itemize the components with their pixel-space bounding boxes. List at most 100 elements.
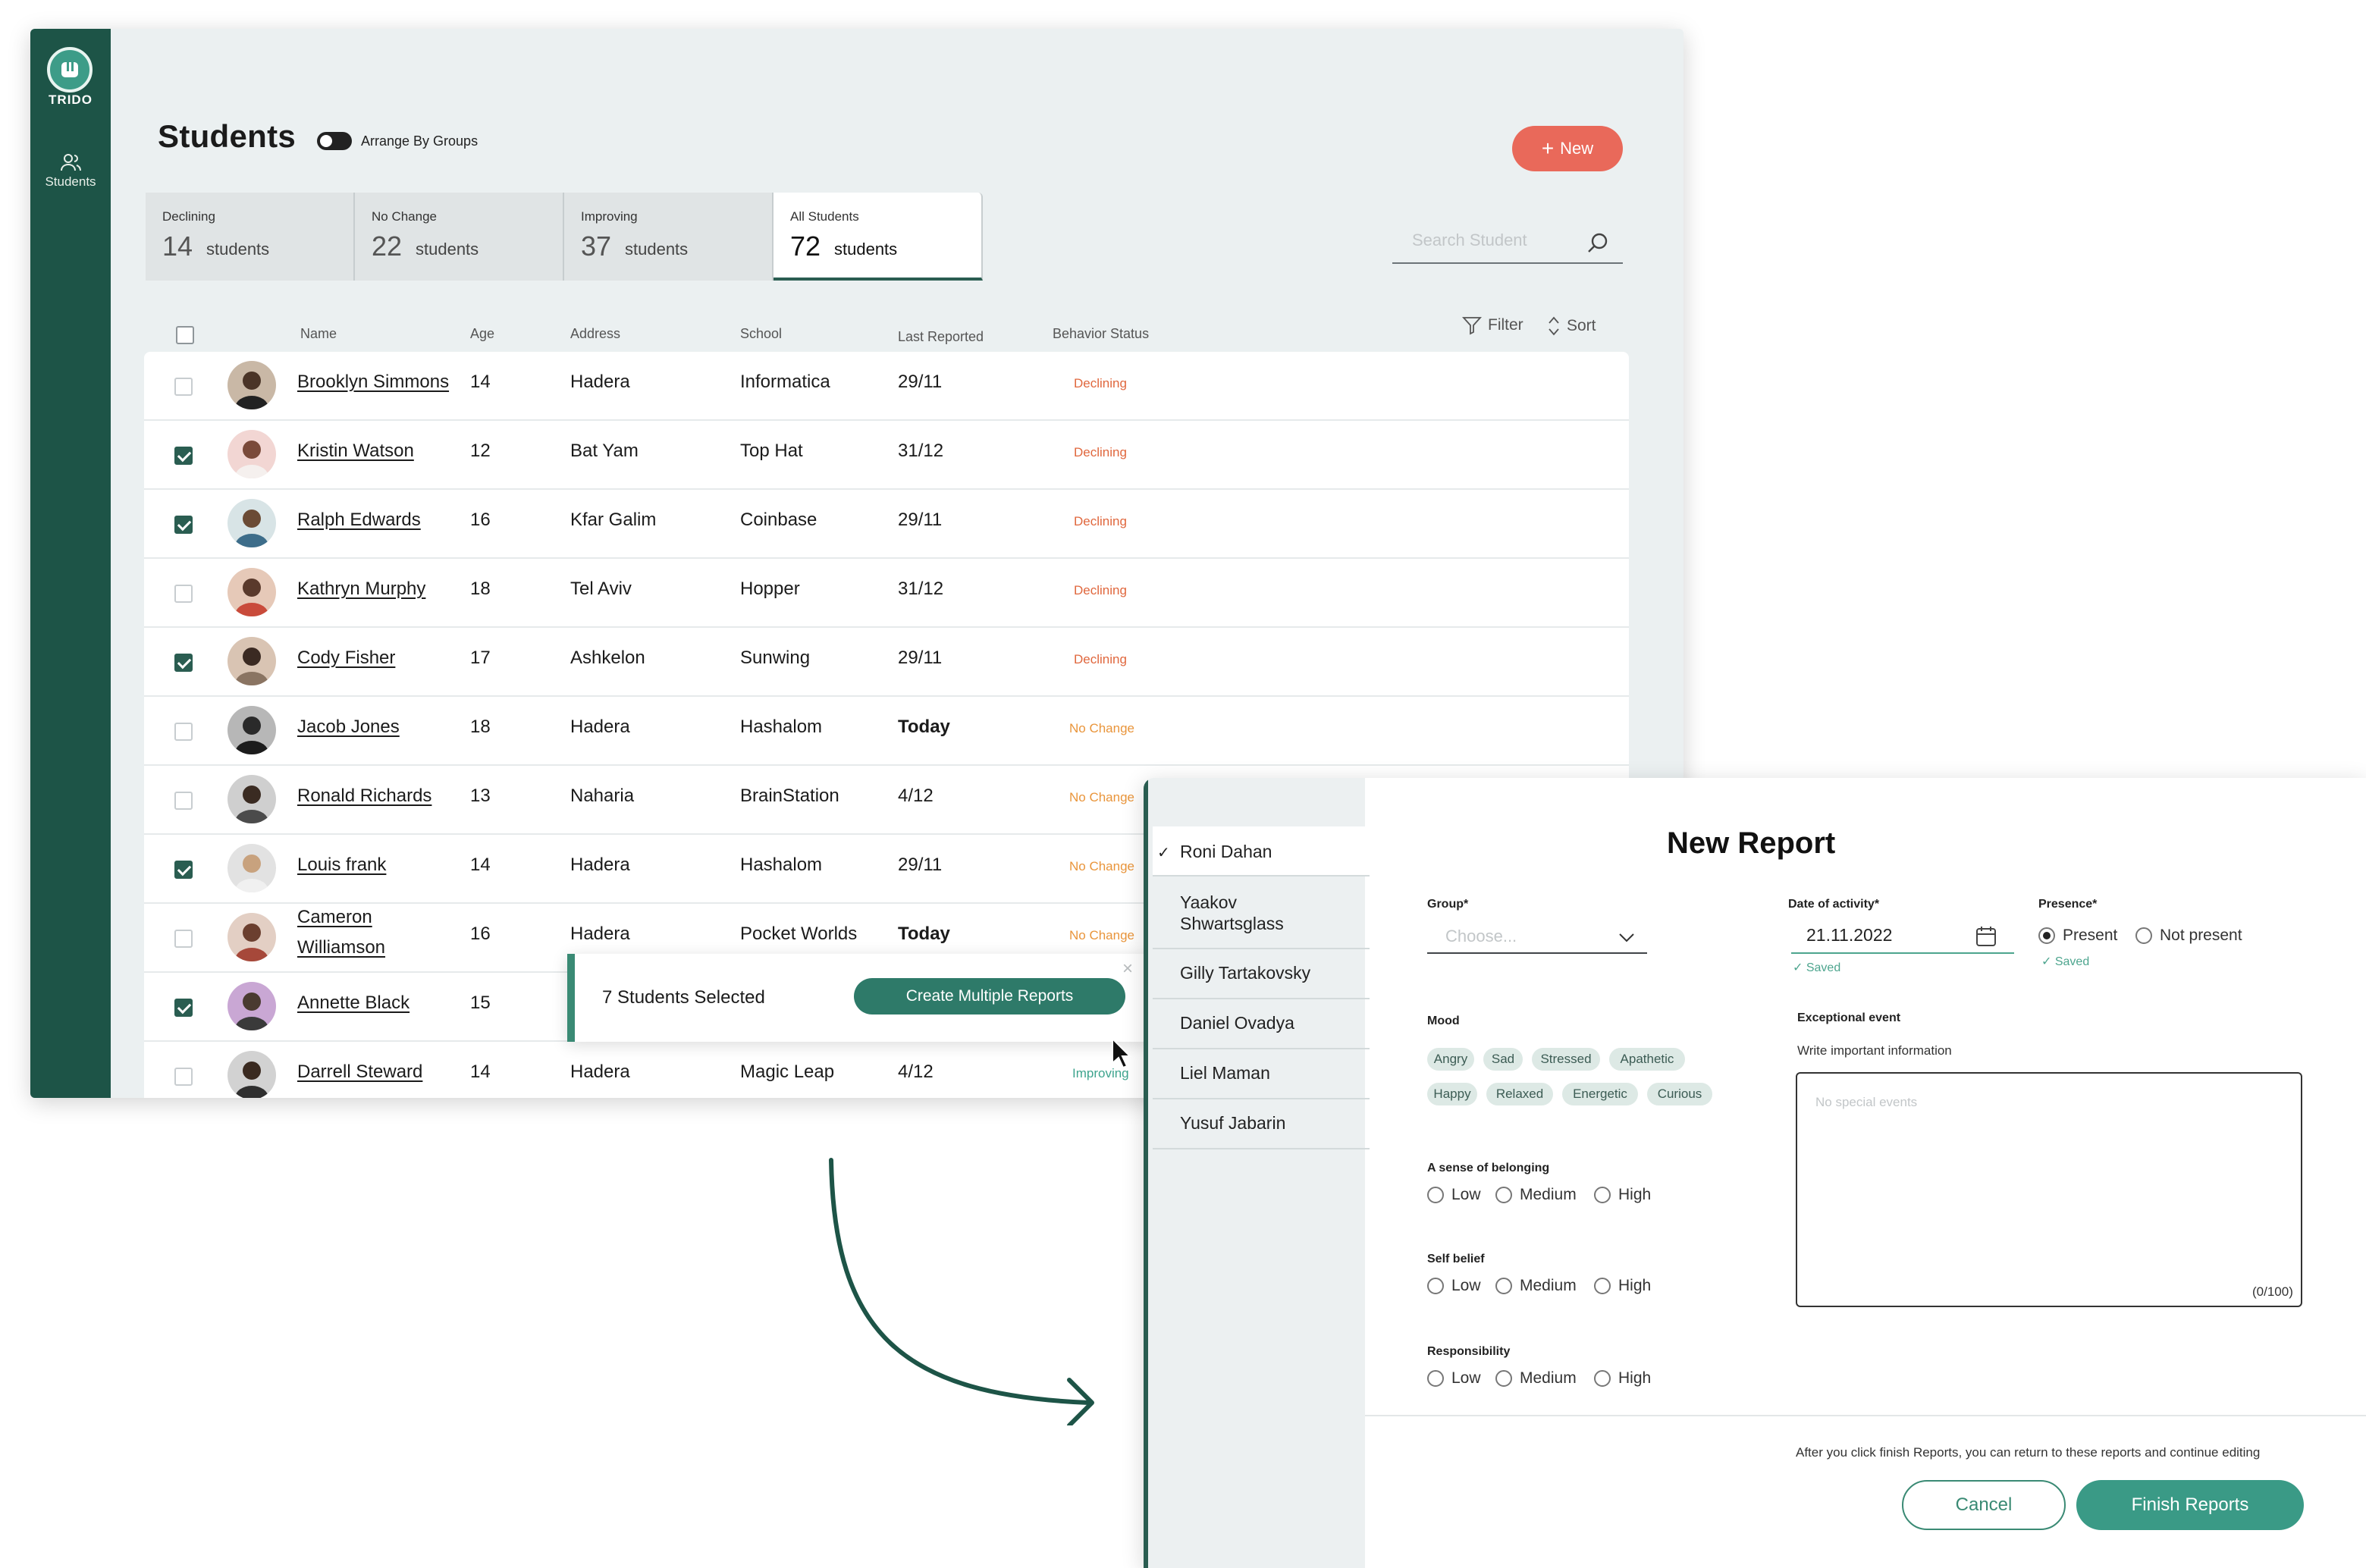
radio[interactable] (1495, 1187, 1512, 1203)
belonging-high-option[interactable]: High (1594, 1186, 1651, 1204)
row-checkbox[interactable] (174, 792, 193, 810)
radio[interactable] (1594, 1370, 1611, 1387)
status-badge: Declining (1074, 514, 1127, 528)
radio[interactable] (2135, 927, 2152, 944)
list-item-active[interactable]: ✓ Roni Dahan (1153, 826, 1370, 877)
tab-no-change[interactable]: No Change 22 students (355, 193, 564, 281)
radio[interactable] (1594, 1187, 1611, 1203)
toggle-label: Arrange By Groups (361, 133, 479, 149)
student-school: Top Hat (740, 441, 803, 461)
tab-label: No Change (372, 209, 438, 224)
radio[interactable] (1495, 1278, 1512, 1294)
sidebar-item-students[interactable]: Students (30, 174, 111, 190)
header-school: School (740, 326, 783, 341)
radio[interactable] (1427, 1370, 1444, 1387)
new-button[interactable]: + New (1512, 126, 1623, 171)
select-all-checkbox[interactable] (176, 326, 194, 344)
table-row[interactable]: Cody Fisher 17 Ashkelon Sunwing 29/11 De… (144, 628, 1629, 697)
list-item[interactable]: Yaakov Shwartsglass (1153, 877, 1370, 949)
self-belief-high-option[interactable]: High (1594, 1277, 1651, 1295)
student-name[interactable]: Brooklyn Simmons (297, 372, 449, 393)
radio[interactable] (1594, 1278, 1611, 1294)
create-multiple-reports-button[interactable]: Create Multiple Reports (854, 978, 1125, 1014)
radio[interactable] (1427, 1278, 1444, 1294)
scale-label: Low (1451, 1186, 1481, 1203)
row-checkbox[interactable] (174, 447, 193, 465)
self-belief-low-option[interactable]: Low (1427, 1277, 1481, 1295)
calendar-icon[interactable] (1975, 925, 1997, 948)
student-school: Sunwing (740, 648, 811, 668)
student-name[interactable]: Ralph Edwards (297, 510, 421, 531)
responsibility-medium-option[interactable]: Medium (1495, 1369, 1577, 1388)
tab-improving[interactable]: Improving 37 students (564, 193, 774, 281)
student-age: 14 (470, 855, 491, 875)
student-item-label: Liel Maman (1180, 1063, 1270, 1083)
row-checkbox[interactable] (174, 378, 193, 396)
cancel-button[interactable]: Cancel (1902, 1480, 2066, 1530)
list-item[interactable]: Gilly Tartakovsky (1153, 949, 1370, 999)
presence-not-present-option[interactable]: Not present (2135, 927, 2242, 945)
student-name[interactable]: Annette Black (297, 993, 410, 1014)
tab-declining[interactable]: Declining 14 students (146, 193, 355, 281)
radio-selected[interactable] (2038, 927, 2055, 944)
footer-divider (1365, 1415, 2366, 1416)
saved-label: Saved (2054, 955, 2090, 968)
table-row[interactable]: Jacob Jones 18 Hadera Hashalom Today No … (144, 697, 1629, 766)
student-name[interactable]: Kristin Watson (297, 441, 414, 462)
student-name[interactable]: Louis frank (297, 855, 386, 876)
table-row[interactable]: Kristin Watson 12 Bat Yam Top Hat 31/12 … (144, 421, 1629, 490)
row-checkbox[interactable] (174, 861, 193, 879)
mood-chip[interactable]: Curious (1647, 1083, 1712, 1105)
student-name[interactable]: Ronald Richards (297, 786, 431, 807)
row-checkbox[interactable] (174, 999, 193, 1017)
student-name[interactable]: Kathryn Murphy (297, 579, 425, 600)
student-name[interactable]: Cody Fisher (297, 648, 395, 669)
sort-button[interactable]: Sort (1547, 315, 1596, 337)
mood-chip[interactable]: Sad (1483, 1048, 1523, 1071)
tab-all-students[interactable]: All Students 72 students (774, 193, 983, 281)
presence-present-option[interactable]: Present (2038, 927, 2117, 945)
radio[interactable] (1427, 1187, 1444, 1203)
table-row[interactable]: Ralph Edwards 16 Kfar Galim Coinbase 29/… (144, 490, 1629, 559)
self-belief-medium-option[interactable]: Medium (1495, 1277, 1577, 1295)
mood-chip[interactable]: Apathetic (1609, 1048, 1685, 1071)
row-checkbox[interactable] (174, 585, 193, 603)
row-checkbox[interactable] (174, 654, 193, 672)
student-name[interactable]: Darrell Steward (297, 1062, 422, 1083)
row-checkbox[interactable] (174, 1068, 193, 1086)
student-name[interactable]: Jacob Jones (297, 717, 400, 738)
list-item[interactable]: Yusuf Jabarin (1153, 1099, 1370, 1149)
responsibility-low-option[interactable]: Low (1427, 1369, 1481, 1388)
belonging-low-option[interactable]: Low (1427, 1186, 1481, 1204)
mood-chip[interactable]: Angry (1427, 1048, 1474, 1071)
table-row[interactable]: Brooklyn Simmons 14 Hadera Informatica 2… (144, 352, 1629, 421)
row-checkbox[interactable] (174, 516, 193, 534)
mood-chip[interactable]: Relaxed (1486, 1083, 1553, 1105)
row-checkbox[interactable] (174, 723, 193, 741)
mood-chip[interactable]: Happy (1427, 1083, 1477, 1105)
belonging-medium-option[interactable]: Medium (1495, 1186, 1577, 1204)
student-name-last[interactable]: Williamson (297, 937, 385, 958)
chevron-down-icon[interactable] (1618, 933, 1635, 943)
close-icon[interactable]: × (1122, 958, 1133, 980)
table-row[interactable]: Kathryn Murphy 18 Tel Aviv Hopper 31/12 … (144, 559, 1629, 628)
group-placeholder: Choose... (1445, 927, 1517, 946)
mood-chip[interactable]: Energetic (1562, 1083, 1638, 1105)
mood-chip[interactable]: Stressed (1532, 1048, 1600, 1071)
list-item[interactable]: Daniel Ovadya (1153, 999, 1370, 1049)
student-name-first[interactable]: Cameron (297, 907, 372, 928)
student-address: Kfar Galim (570, 510, 657, 530)
last-reported: 29/11 (898, 372, 943, 392)
row-checkbox[interactable] (174, 930, 193, 948)
student-school: Informatica (740, 372, 830, 392)
users-icon[interactable] (59, 152, 82, 173)
search-icon[interactable] (1585, 230, 1611, 256)
self-belief-label: Self belief (1427, 1253, 1485, 1265)
filter-button[interactable]: Filter (1462, 315, 1523, 335)
arrange-by-groups-toggle[interactable] (317, 132, 352, 150)
radio[interactable] (1495, 1370, 1512, 1387)
list-item[interactable]: Liel Maman (1153, 1049, 1370, 1099)
responsibility-high-option[interactable]: High (1594, 1369, 1651, 1388)
finish-reports-button[interactable]: Finish Reports (2076, 1480, 2304, 1530)
student-age: 16 (470, 510, 491, 530)
